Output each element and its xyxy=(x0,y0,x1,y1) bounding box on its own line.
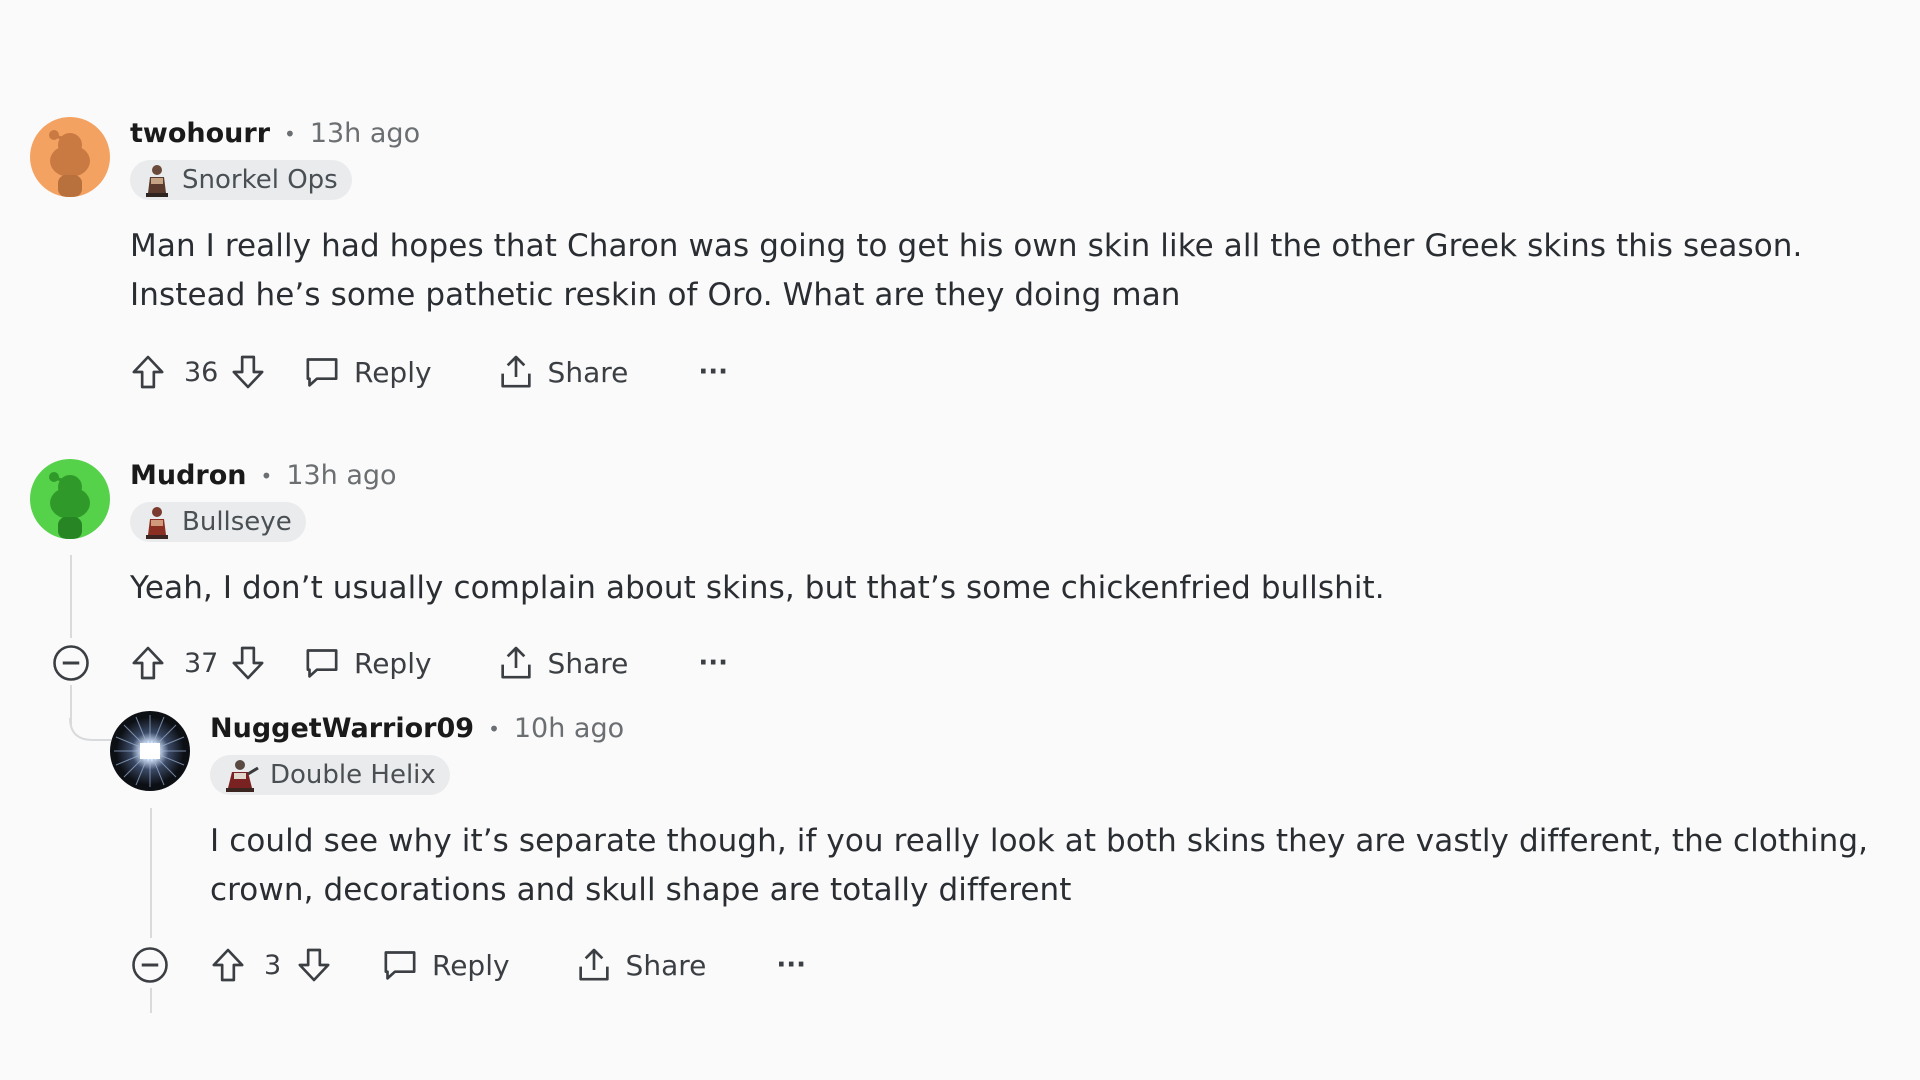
comment-icon xyxy=(306,358,338,387)
thread-curve xyxy=(69,718,111,741)
username[interactable]: NuggetWarrior09 xyxy=(210,713,474,744)
action-row: 37 Reply Share ··· xyxy=(128,638,728,688)
comment-icon xyxy=(384,951,416,980)
separator-dot: • xyxy=(260,463,273,488)
more-options-icon[interactable]: ··· xyxy=(776,950,806,980)
user-flair: Bullseye xyxy=(130,502,306,542)
avatar[interactable] xyxy=(30,117,110,197)
thread-line-nugget-lower xyxy=(150,988,152,1013)
reply-label: Reply xyxy=(354,646,432,680)
flair-character-icon xyxy=(146,507,168,539)
timestamp[interactable]: 13h ago xyxy=(310,118,420,149)
collapse-thread-icon[interactable] xyxy=(128,943,172,987)
thread-line-mudron xyxy=(70,555,72,638)
comment-icon xyxy=(306,649,338,678)
comment-body: I could see why it’s separate though, if… xyxy=(210,823,1869,908)
snoo-avatar-icon xyxy=(30,117,110,197)
action-row: 36 Reply Share ··· xyxy=(128,347,728,397)
flair-character-icon xyxy=(226,760,259,792)
snoo-avatar-icon xyxy=(30,459,110,539)
avatar[interactable] xyxy=(110,711,190,791)
share-icon xyxy=(500,646,531,679)
timestamp[interactable]: 13h ago xyxy=(286,460,396,491)
username[interactable]: Mudron xyxy=(130,460,247,491)
upvote-icon[interactable] xyxy=(128,352,168,392)
avatar[interactable] xyxy=(30,459,110,539)
upvote-icon[interactable] xyxy=(208,945,248,985)
share-button[interactable]: Share xyxy=(574,945,707,985)
thread-line-nugget xyxy=(150,808,152,938)
share-button[interactable]: Share xyxy=(496,352,629,392)
reply-button[interactable]: Reply xyxy=(302,352,432,392)
username[interactable]: twohourr xyxy=(130,118,270,149)
user-flair: Double Helix xyxy=(210,755,450,795)
vote-count: 3 xyxy=(264,949,282,981)
downvote-icon[interactable] xyxy=(294,945,334,985)
vote-count: 37 xyxy=(184,647,219,679)
flair-character-icon xyxy=(146,165,168,197)
upvote-icon[interactable] xyxy=(128,643,168,683)
share-icon xyxy=(500,355,531,388)
share-label: Share xyxy=(547,646,629,680)
user-flair: Snorkel Ops xyxy=(130,160,352,200)
share-label: Share xyxy=(547,355,629,389)
comment-body: Yeah, I don’t usually complain about ski… xyxy=(130,570,1385,606)
more-options-icon[interactable]: ··· xyxy=(698,648,728,678)
separator-dot: • xyxy=(488,716,500,741)
collapse-thread-icon[interactable] xyxy=(49,641,93,685)
flair-label: Snorkel Ops xyxy=(182,165,338,195)
vote-count: 36 xyxy=(184,356,219,388)
downvote-icon[interactable] xyxy=(228,643,268,683)
share-icon xyxy=(578,948,609,981)
starburst-avatar-icon xyxy=(110,711,190,791)
share-button[interactable]: Share xyxy=(496,643,629,683)
flair-label: Bullseye xyxy=(182,507,292,537)
reply-label: Reply xyxy=(432,948,510,982)
separator-dot: • xyxy=(284,121,296,146)
reply-label: Reply xyxy=(354,355,432,389)
share-label: Share xyxy=(625,948,707,982)
reply-button[interactable]: Reply xyxy=(380,945,510,985)
flair-label: Double Helix xyxy=(270,760,436,790)
comment-body: Man I really had hopes that Charon was g… xyxy=(130,228,1803,313)
action-row: 3 Reply Share ··· xyxy=(208,940,806,990)
more-options-icon[interactable]: ··· xyxy=(698,357,728,387)
reply-button[interactable]: Reply xyxy=(302,643,432,683)
downvote-icon[interactable] xyxy=(228,352,268,392)
timestamp[interactable]: 10h ago xyxy=(514,713,624,744)
